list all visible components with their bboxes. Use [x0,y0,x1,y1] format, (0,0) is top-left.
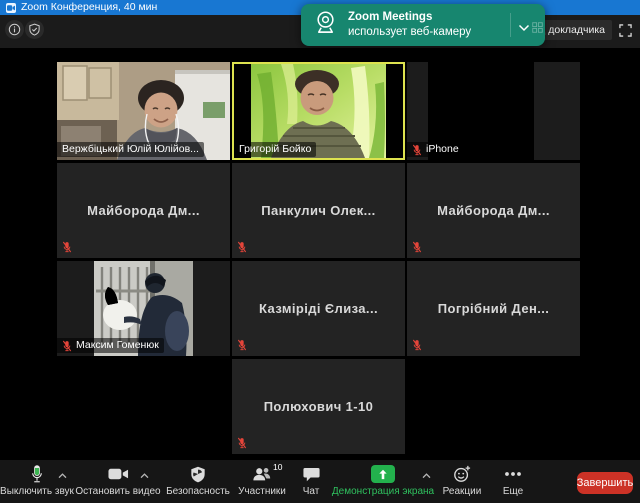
participant-name: Майборода Дм... [87,203,200,218]
muted-mic-icon [412,241,422,253]
muted-mic-icon [412,339,422,351]
fullscreen-icon [619,24,632,37]
fullscreen-button[interactable] [618,23,633,38]
participants-button[interactable]: 10 Участники [232,462,292,501]
participant-name: Полюхович 1-10 [263,399,374,414]
window-title: Zoom Конференция, 40 мин [21,1,158,13]
mute-button[interactable]: Выключить звук [0,464,74,501]
mute-options-chevron[interactable] [56,472,68,480]
participant-name-label: Максим Гоменюк [57,338,164,353]
toast-grid-icon [532,20,543,38]
security-button[interactable]: Безопасность [164,464,232,501]
participant-name: iPhone [426,143,459,155]
participant-name: Казміріді Єлиза... [259,301,378,316]
participant-tile-homeniuk[interactable]: Максим Гоменюк [57,261,230,356]
participant-tile-maiboroda-1[interactable]: Майборода Дм... [57,163,230,258]
reactions-button[interactable]: Реакции [436,464,488,501]
participant-tile-poliukhovych[interactable]: Полюхович 1-10 [232,359,405,454]
toast-collapse-chevron-icon[interactable] [518,19,530,37]
participants-label: Участники [238,486,286,497]
participant-tile-kazmiridi[interactable]: Казміріді Єлиза... [232,261,405,356]
more-button[interactable]: Еще [490,464,536,501]
participant-name: Майборода Дм... [437,203,550,218]
share-options-chevron[interactable] [420,472,432,480]
participant-tile-iphone[interactable]: iPhone [407,62,580,160]
participant-tile-verzhbitskyi[interactable]: Вержбіцький Юлій Юлійов... [57,62,230,160]
mute-label: Выключить звук [0,486,74,497]
participant-tile-pankulych[interactable]: Панкулич Олек... [232,163,405,258]
muted-mic-icon [62,241,72,253]
video-grid: Вержбіцький Юлій Юлійов... Григорій Бойк… [0,48,640,460]
encryption-button[interactable] [25,20,44,39]
webcam-toast: Zoom Meetings использует веб-камеру [301,4,545,46]
more-dots-icon [504,464,522,484]
camera-icon [107,464,129,484]
more-label: Еще [502,486,524,497]
muted-mic-icon [237,241,247,253]
reactions-label: Реакции [442,486,482,497]
chat-icon [302,464,320,484]
muted-mic-icon [237,339,247,351]
meeting-info-button[interactable] [5,20,24,39]
share-screen-label: Демонстрация экрана [331,486,435,497]
chat-button[interactable]: Чат [292,464,330,501]
participant-name: Григорій Бойко [239,143,312,155]
participants-count-badge: 10 [273,462,283,472]
zoom-app-icon [6,2,16,13]
muted-mic-icon [237,437,247,449]
toast-divider [510,13,511,37]
participant-tile-boiko-active-speaker[interactable]: Григорій Бойко [232,62,405,160]
participant-name: Максим Гоменюк [76,339,159,351]
end-meeting-button[interactable]: Завершить [577,472,633,494]
webcam-icon [312,9,339,41]
info-icon [8,23,21,36]
muted-mic-icon [412,144,422,155]
participants-icon: 10 [252,462,282,484]
microphone-icon [30,464,44,484]
stop-video-button[interactable]: Остановить видео [75,464,161,501]
security-label: Безопасность [166,486,230,497]
participant-name-label: Григорій Бойко [234,142,317,157]
meeting-toolbar: Выключить звук Остановить видео Безопасн… [0,460,640,503]
share-screen-icon [371,465,395,483]
participant-tile-maiboroda-2[interactable]: Майборода Дм... [407,163,580,258]
toast-title: Zoom Meetings [348,11,433,23]
reactions-icon [453,464,471,484]
video-options-chevron[interactable] [138,472,150,480]
participant-name: Панкулич Олек... [261,203,376,218]
participant-name: Погрібний Ден... [437,301,550,316]
toast-subtitle: использует веб-камеру [348,26,472,38]
toast-texts: Zoom Meetings использует веб-камеру [348,11,471,39]
participant-name: Вержбіцький Юлій Юлійов... [62,143,199,155]
stop-video-label: Остановить видео [75,486,161,497]
zoom-meeting-window: Zoom Конференция, 40 мин 00:09:46 Вид до… [0,0,640,503]
shield-check-icon [29,23,40,36]
chat-label: Чат [302,486,320,497]
participant-name-label: Вержбіцький Юлій Юлійов... [57,142,204,157]
share-screen-button[interactable]: Демонстрация экрана [331,464,435,501]
participant-tile-pohribnyi[interactable]: Погрібний Ден... [407,261,580,356]
muted-mic-icon [62,340,72,351]
security-shield-icon [190,464,206,484]
participant-name-label: iPhone [407,142,464,157]
